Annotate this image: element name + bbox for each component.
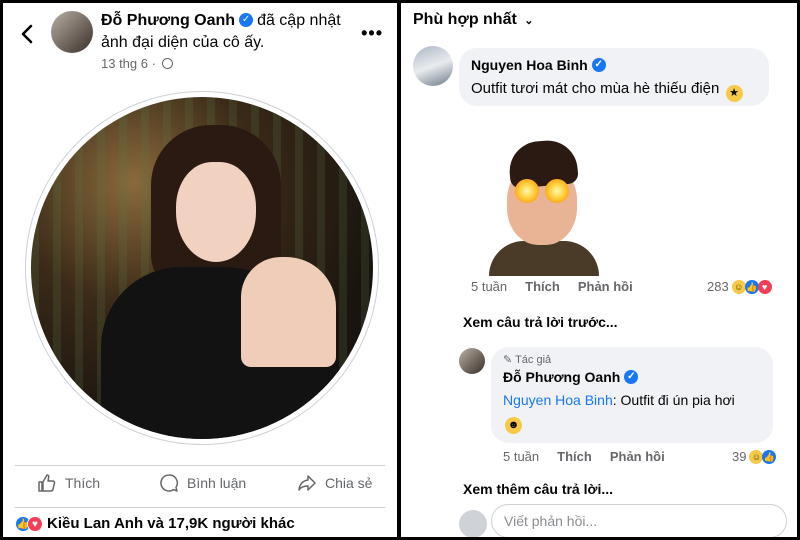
view-more-replies[interactable]: Xem thêm câu trả lời... [463, 481, 613, 497]
verified-badge-icon: ✓ [624, 370, 639, 385]
view-previous-replies[interactable]: Xem câu trả lời trước... [463, 314, 618, 330]
mention-link[interactable]: Nguyen Hoa Binh [503, 392, 613, 408]
reply-time[interactable]: 5 tuần [503, 449, 539, 464]
divider [15, 507, 385, 508]
sort-label: Phù hợp nhất [413, 11, 517, 28]
comment-time[interactable]: 5 tuần [471, 279, 507, 294]
like-reaction-icon: 👍 [744, 279, 759, 294]
reply-text-content: : Outfit đi ún pia hơi [612, 392, 735, 409]
comment-label: Bình luận [187, 475, 247, 491]
reply-author-text: Đỗ Phương Oanh [503, 369, 621, 385]
verified-badge-icon: ✓ [239, 12, 254, 27]
memoji-body [489, 241, 599, 276]
commenter-name[interactable]: Nguyen Hoa Binh ✓ [471, 56, 757, 74]
verified-badge-icon: ✓ [591, 58, 606, 73]
comments-panel: Phù hợp nhất ⌄ Nguyen Hoa Binh ✓ Outfit t… [401, 3, 797, 537]
author-avatar[interactable] [51, 11, 93, 53]
profile-photo-image [31, 97, 373, 439]
reply-text: Nguyen Hoa Binh: Outfit đi ún pia hơi ☻ [503, 390, 761, 435]
reply-input[interactable] [491, 504, 787, 537]
love-reaction-icon: ♥ [757, 279, 772, 294]
reply-reply-button[interactable]: Phản hồi [610, 449, 665, 464]
chevron-down-icon: ⌄ [524, 15, 534, 27]
thumbs-up-icon [38, 474, 56, 492]
photo-face [176, 162, 256, 262]
post-header: Đỗ Phương Oanh ✓ đã cập nhật ảnh đại diện … [101, 10, 351, 54]
photo-shoulder [241, 257, 336, 367]
globe-icon [161, 58, 173, 69]
commenter-name-text: Nguyen Hoa Binh [471, 57, 588, 73]
author-tag: ✎ Tác giả [503, 353, 761, 366]
star-struck-emoji-icon: ★ [725, 85, 743, 103]
comment-text-content: Outfit tươi mát cho mùa hè thiếu điện [471, 80, 720, 98]
reaction-count-number: 283 [707, 279, 729, 294]
reply-like-button[interactable]: Thích [557, 449, 592, 464]
post-meta: 13 thg 6 · [101, 56, 173, 71]
profile-picture[interactable] [25, 91, 379, 445]
reply-bubble: ✎ Tác giả Đỗ Phương Oanh ✓ Nguyen Hoa Bin… [491, 347, 773, 443]
like-reaction-icon: 👍 [762, 449, 777, 464]
reply-reaction-count-number: 39 [732, 449, 747, 464]
grin-emoji-icon: ☻ [505, 417, 522, 435]
haha-reaction-icon: ☺ [749, 449, 764, 464]
reply-author-name[interactable]: Đỗ Phương Oanh ✓ [503, 369, 761, 386]
current-user-avatar [459, 510, 487, 537]
comment-text: Outfit tươi mát cho mùa hè thiếu điện ★ [471, 78, 757, 103]
post-panel: Đỗ Phương Oanh ✓ đã cập nhật ảnh đại diện … [3, 3, 397, 537]
comment-button[interactable]: Bình luận [159, 473, 246, 493]
comment-like-button[interactable]: Thích [525, 279, 560, 294]
haha-reaction-icon: ☺ [731, 279, 746, 294]
reaction-count[interactable]: 283 ☺ 👍 ♥ [707, 279, 772, 294]
share-button[interactable]: Chia sẻ [297, 473, 372, 493]
share-icon [298, 475, 316, 491]
like-label: Thích [65, 475, 101, 491]
fire-eye-icon [515, 179, 539, 203]
like-button[interactable]: Thích [37, 473, 100, 493]
post-date[interactable]: 13 thg 6 · [101, 56, 156, 71]
sort-dropdown[interactable]: Phù hợp nhất ⌄ [413, 11, 533, 29]
reply-meta: 5 tuần Thích Phản hồi [503, 449, 665, 464]
divider [15, 465, 385, 466]
author-name[interactable]: Đỗ Phương Oanh [101, 12, 235, 29]
reactions-summary[interactable]: 👍 ♥ Kiều Lan Anh và 17,9K người khác [15, 515, 295, 532]
commenter-avatar[interactable] [413, 46, 453, 86]
fire-eye-icon [545, 179, 569, 203]
reactions-text: Kiều Lan Anh và 17,9K người khác [47, 515, 295, 532]
pencil-icon: ✎ [503, 354, 513, 366]
love-reaction-icon: ♥ [27, 515, 43, 532]
comment-meta: 5 tuần Thích Phản hồi [471, 279, 633, 294]
author-reply-avatar[interactable] [459, 348, 485, 374]
comment-icon [160, 474, 179, 492]
back-arrow-icon[interactable] [17, 23, 39, 45]
author-tag-label: Tác giả [515, 354, 552, 366]
reply-reaction-count[interactable]: 39 ☺ 👍 [732, 449, 777, 464]
comment-reply-button[interactable]: Phản hồi [578, 279, 633, 294]
share-label: Chia sẻ [325, 475, 373, 491]
comment-bubble: Nguyen Hoa Binh ✓ Outfit tươi mát cho mùa… [459, 48, 769, 106]
memoji-sticker [489, 138, 599, 276]
more-options-icon[interactable]: ••• [361, 23, 383, 44]
